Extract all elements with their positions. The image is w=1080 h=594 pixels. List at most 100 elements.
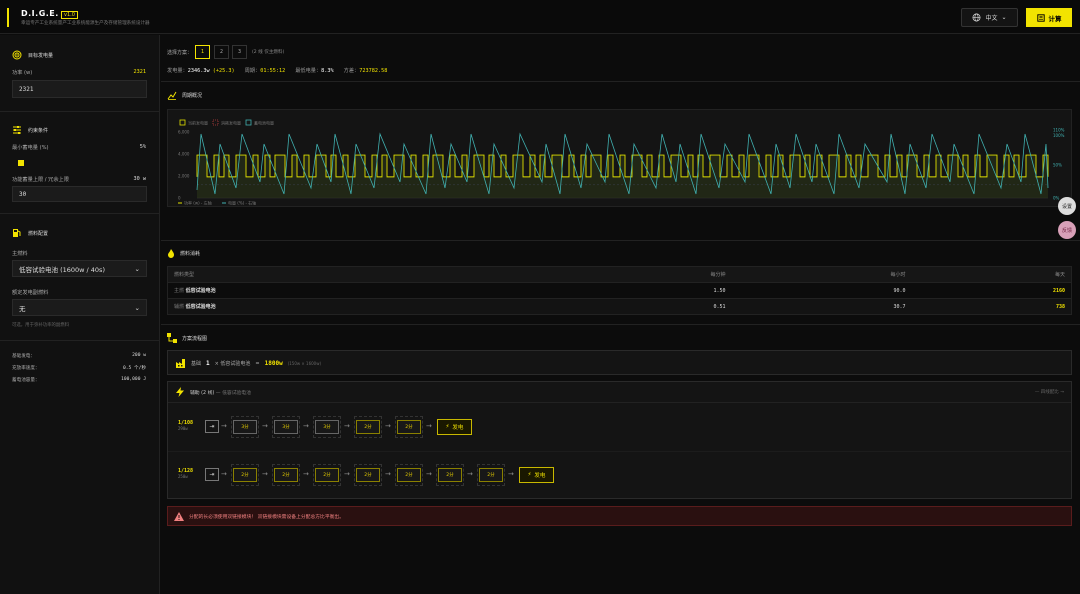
flow-arrow-icon: →	[221, 422, 227, 430]
scheme-option-2[interactable]: 2	[214, 45, 229, 59]
flow-arrow-icon: →	[344, 470, 350, 478]
calculator-icon	[1036, 13, 1045, 22]
target-icon	[12, 50, 22, 60]
sidebar: 目标发电量 功率 (w) 2321 2321 约束条件 最小蓄电量 (%) 5%…	[0, 35, 160, 594]
power-value: 2321	[133, 69, 147, 75]
base-summary: 基础 1 × 低容试验电池 = 1800w (150w × 1600w)	[191, 360, 321, 367]
divider	[168, 402, 1071, 403]
main-fuel-value: 低容试验电池 (1600w / 40s)	[19, 265, 105, 274]
generator-node: ⚡ 发电	[437, 419, 472, 435]
per-hour-cell: 30.7	[731, 298, 912, 315]
main-fuel-select[interactable]: 低容试验电池 (1600w / 40s) ⌄	[12, 260, 147, 277]
chevron-down-icon: ⌄	[134, 303, 140, 312]
settings-fab[interactable]: 设置	[1058, 197, 1076, 215]
divider	[168, 451, 1071, 452]
calculate-button[interactable]: 计算	[1026, 8, 1072, 27]
col-per-min: 每分钟	[587, 266, 732, 283]
warning-icon	[174, 511, 184, 521]
y-tick-right: 0%	[1053, 196, 1060, 201]
power-label: 功率 (w)	[12, 70, 33, 76]
cap-value: 30 w	[133, 176, 147, 182]
base-note: (150w × 1600w)	[287, 361, 322, 366]
language-selector[interactable]: 中文 ⌄	[961, 8, 1018, 27]
globe-icon	[973, 13, 981, 22]
min-battery-label: 最小蓄电量 (%)	[12, 145, 49, 151]
flowchart-icon	[167, 333, 177, 343]
language-label: 中文	[985, 15, 998, 22]
scheme-option-1[interactable]: 1	[195, 45, 210, 59]
cap-input[interactable]: 30	[12, 186, 147, 202]
aux-subtitle: — 低容试验电池	[215, 391, 251, 396]
min-battery-value: 5%	[139, 144, 146, 150]
period-value: 01:55:12	[260, 68, 286, 74]
stat-label: 蓄电池容量：	[12, 378, 40, 383]
fuel-table-title: 燃料消耗	[167, 249, 200, 258]
y-tick-left: 2,000	[178, 174, 190, 179]
splitter-node: 2分	[233, 468, 257, 482]
chart-icon	[167, 91, 177, 100]
flame-icon	[168, 249, 174, 258]
aux-box: 辅助 (2 线) — 低容试验电池 — 四线配比 → 1/108 290w ⇥ →…	[167, 381, 1072, 499]
splitter-node: 2分	[356, 420, 380, 434]
base-row: 基础 1 × 低容试验电池 = 1800w (150w × 1600w)	[167, 350, 1072, 375]
aux-ratio-link[interactable]: — 四线配比 →	[1035, 389, 1064, 395]
generator-label: 发电	[452, 425, 464, 431]
fuel-name: 低容试验电池	[185, 304, 216, 310]
col-fuel-type: 燃料类型	[167, 266, 588, 283]
version-badge: v1.0	[61, 11, 78, 19]
fuel-section-title: 燃料配置	[12, 228, 48, 238]
warning-text: 分配的长必须使用双链接模块！ 双链接模块需设备上分配总方比平衡出。	[189, 514, 345, 520]
divider	[0, 340, 159, 341]
legend-label: 蓄电池电量	[254, 120, 274, 126]
generator-label: 发电	[534, 473, 546, 479]
y-tick-left: 0	[178, 196, 181, 201]
splitter-node: 2分	[356, 468, 380, 482]
scheme-summary: 发电量：2346.3w (+25.3) 周期：01:55:12 最低电量：8.3…	[167, 67, 387, 74]
col-per-day: 每天	[911, 266, 1072, 283]
base-count: 1	[206, 360, 210, 367]
fuel-name: 低容试验电池	[185, 288, 216, 294]
stat-value: 200 w	[132, 353, 146, 358]
flow-arrow-icon: →	[467, 470, 473, 478]
legend-swatch	[212, 119, 219, 126]
flow-arrow-icon: →	[303, 470, 309, 478]
fuel-pump-icon	[12, 228, 22, 238]
legend-swatch	[245, 119, 252, 126]
min-battery-summary-label: 最低电量：	[295, 68, 322, 74]
base-label: 基础	[191, 361, 202, 367]
lightning-icon	[176, 387, 184, 397]
variance-label: 方差：	[343, 68, 360, 74]
stat-label: 基础发电：	[12, 354, 35, 359]
chart-title: 周期概况	[167, 91, 202, 100]
input-source-icon: ⇥	[205, 420, 219, 433]
flow-arrow-icon: →	[303, 422, 309, 430]
target-section-title: 目标发电量	[12, 50, 53, 60]
aux-fuel-select[interactable]: 无 ⌄	[12, 299, 147, 316]
lightning-icon: ⚡	[445, 424, 450, 430]
plan-title: 方案流程图	[167, 333, 207, 343]
chart-panel: 当前发电量 消耗发电量 蓄电池电量 6,000 4,000 2,000 0 110% 100% 5…	[167, 109, 1072, 207]
splitter-node: 2分	[315, 468, 339, 482]
y-tick-right: 110%	[1053, 128, 1065, 133]
feedback-fab[interactable]: 反馈	[1058, 221, 1076, 239]
legend-swatch	[179, 119, 186, 126]
fuel-tag: 辅燃	[174, 304, 185, 310]
chart-title-text: 周期概况	[182, 93, 203, 99]
lightning-icon: ⚡	[527, 472, 532, 478]
aux-title-text: 辅助 (2 线)	[190, 391, 215, 396]
y-tick-left: 6,000	[178, 130, 190, 135]
power-input[interactable]: 2321	[12, 80, 147, 98]
flow-arrow-icon: →	[426, 422, 432, 430]
aux-fuel-label: 额定发电副燃料	[12, 290, 49, 296]
power-summary-value: 2346.3w	[187, 68, 210, 74]
min-battery-slider[interactable]	[18, 160, 24, 166]
flow-arrow-icon: →	[221, 470, 227, 478]
legend-battery-label: 电量 (%) - 右轴	[228, 200, 256, 206]
scheme-note: (2 线 仅主燃料)	[252, 50, 285, 55]
stat-value: 100,000 J	[121, 377, 146, 382]
input-source-icon: ⇥	[205, 468, 219, 481]
y-tick-right: 100%	[1053, 133, 1065, 138]
scheme-option-3[interactable]: 3	[232, 45, 247, 59]
flow-arrow-icon: →	[262, 470, 268, 478]
line-ratio: 1/108 290w	[178, 420, 193, 431]
